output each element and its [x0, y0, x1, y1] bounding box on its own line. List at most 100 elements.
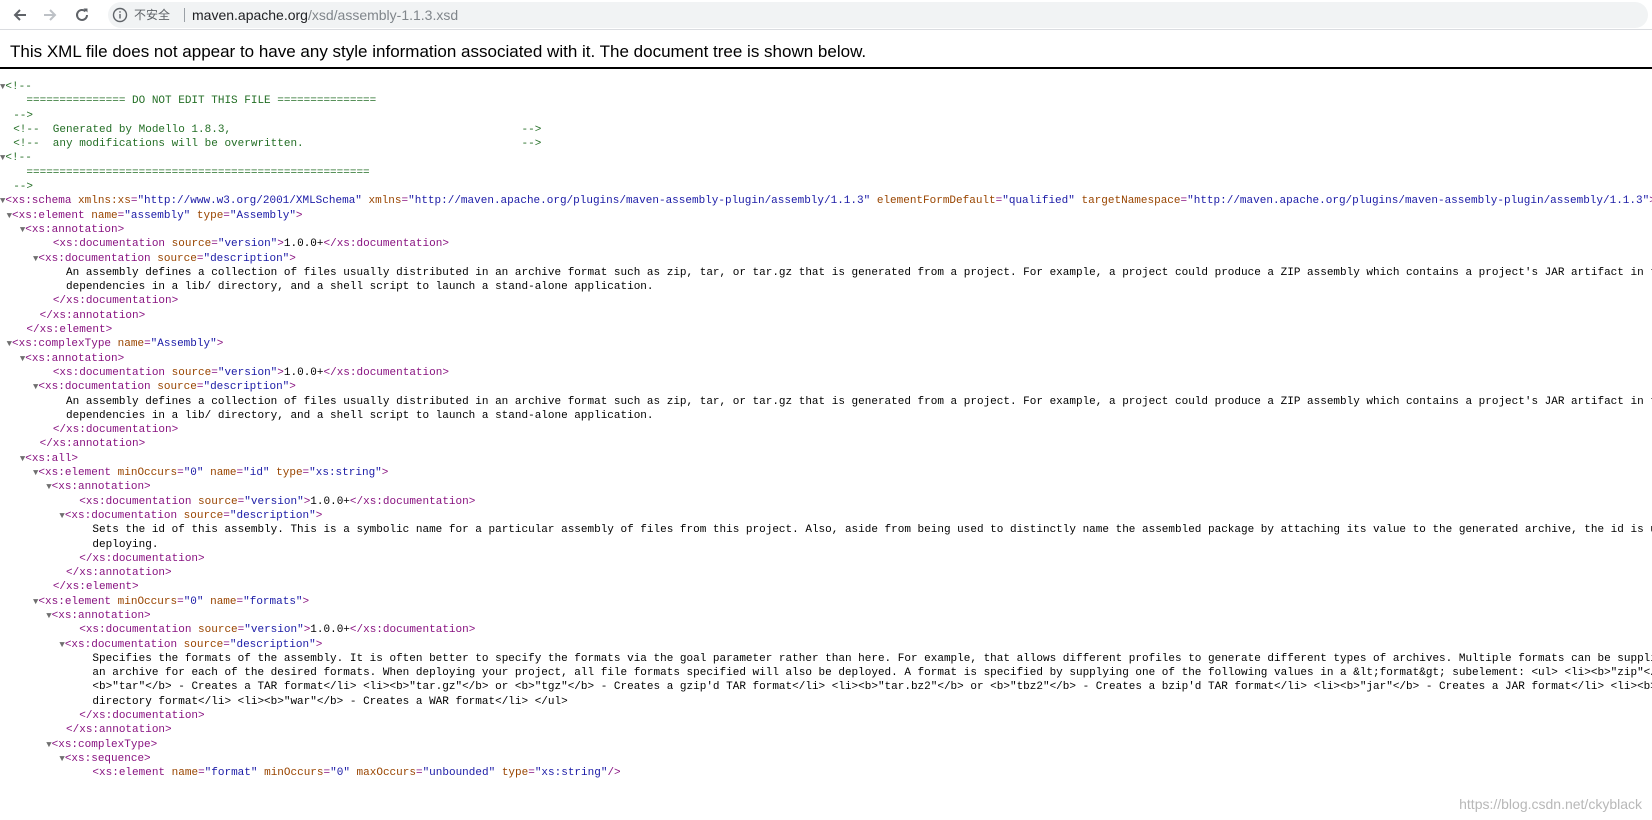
xml-line: =============== DO NOT EDIT THIS FILE ==… [0, 94, 1652, 108]
xml-text: an archive for each of the desired forma… [92, 667, 1652, 680]
reload-icon [76, 8, 88, 21]
xml-line: <xs:documentation source="version">1.0.0… [0, 495, 1652, 509]
xml-line: </xs:element> [0, 323, 1652, 337]
xml-tag: <xs:documentation [64, 509, 178, 522]
xml-tag: </xs:annotation> [39, 438, 146, 451]
xml-text: 1.0.0+ [283, 366, 324, 379]
xml-attribute-name: elementFormDefault [876, 195, 996, 208]
xml-line: ▼<xs:sequence> [0, 752, 1652, 766]
reload-button[interactable] [70, 3, 94, 27]
xml-line: </xs:documentation> [0, 294, 1652, 308]
xml-tag: = [223, 638, 230, 651]
xml-text: Sets the id of this assembly. This is a … [92, 524, 1652, 537]
xml-text [165, 767, 172, 779]
xml-tag: > [315, 638, 323, 651]
xml-comment: <!-- Generated by Modello 1.8.3, --> [13, 123, 542, 136]
xml-tag: <xs:element [92, 767, 166, 780]
xml-tag: </xs:documentation> [349, 624, 476, 637]
xml-line: ▼<xs:documentation source="description"> [0, 638, 1652, 652]
xml-attribute-name: name [210, 595, 237, 608]
back-button[interactable] [8, 3, 32, 27]
xml-comment: <!-- any modifications will be overwritt… [13, 138, 542, 151]
xml-tag: <xs:complexType [12, 338, 112, 351]
xml-line: dependencies in a lib/ directory, and a … [0, 280, 1652, 294]
xml-tag: = [528, 767, 535, 780]
url-text[interactable]: maven.apache.org/xsd/assembly-1.1.3.xsd [192, 6, 458, 24]
xml-tag: = [177, 595, 184, 608]
xml-tag: <xs:documentation [79, 495, 192, 508]
xml-line: </xs:element> [0, 580, 1652, 594]
xml-attribute-value: "description" [203, 252, 290, 265]
xml-attribute-name: source [183, 638, 224, 651]
xml-text [111, 596, 118, 608]
xml-tag: <xs:documentation [79, 624, 192, 637]
xml-tag: > [289, 381, 296, 394]
xml-attribute-value: "version" [244, 495, 304, 508]
xml-comment: <!-- [5, 81, 32, 93]
xml-line: ▼<xs:schema xmlns:xs="http://www.w3.org/… [0, 194, 1652, 208]
xml-line: </xs:annotation> [0, 723, 1652, 737]
url-host: maven.apache.org [192, 7, 308, 23]
xml-text: deploying. [92, 538, 159, 551]
xml-line: <b>"tar"</b> - Creates a TAR format</li>… [0, 680, 1652, 694]
xml-attribute-name: minOccurs [117, 595, 178, 608]
xml-tag: <xs:annotation> [51, 609, 151, 622]
address-bar[interactable]: 不安全 maven.apache.org/xsd/assembly-1.1.3.… [108, 2, 1648, 28]
xml-attribute-name: xmlns:xs [78, 195, 131, 208]
xml-text [177, 639, 184, 651]
xml-tag: /> [607, 767, 621, 780]
xml-text [165, 367, 172, 379]
xml-tag: </xs:annotation> [66, 567, 172, 580]
xml-attribute-name: name [210, 467, 237, 480]
xml-text [190, 210, 197, 222]
xml-attribute-value: "version" [217, 238, 278, 251]
xml-tag: <xs:documentation [64, 638, 178, 651]
xml-tag: > [315, 509, 323, 522]
xml-text [362, 195, 369, 207]
xml-line: deploying. [0, 538, 1652, 552]
xml-attribute-name: targetNamespace [1081, 195, 1181, 208]
xml-line: </xs:annotation> [0, 437, 1652, 451]
xml-line: An assembly defines a collection of file… [0, 395, 1652, 409]
xml-attribute-value: "formats" [243, 595, 303, 608]
xml-tag: = [198, 767, 205, 780]
xml-attribute-value: "Assembly" [229, 209, 296, 222]
xml-attribute-name: name [171, 767, 199, 780]
xml-tag: <xs:documentation [52, 238, 166, 251]
xml-tag: > [277, 238, 284, 251]
xml-attribute-value: "Assembly" [150, 338, 217, 351]
xml-tag: > [381, 467, 389, 480]
xml-tag: </xs:documentation> [79, 552, 205, 565]
xml-tag: > [289, 252, 296, 265]
xml-tag: <xs:annotation> [51, 481, 151, 494]
xml-attribute-name: xmlns [368, 195, 402, 208]
xml-text [350, 767, 357, 779]
xml-attribute-name: name [91, 209, 118, 222]
xml-text: directory format</li> <li><b>"war"</b> -… [92, 695, 568, 708]
info-circle-icon[interactable] [112, 7, 128, 23]
xml-line: dependencies in a lib/ directory, and a … [0, 409, 1652, 423]
xml-tag: <xs:documentation [52, 366, 166, 379]
security-status-label[interactable]: 不安全 [134, 7, 170, 23]
xml-tag: = [415, 767, 423, 780]
xml-attribute-value: "xs:string" [309, 467, 382, 480]
xml-text [111, 467, 118, 479]
xml-line: ========================================… [0, 166, 1652, 180]
xml-tag: <xs:all> [25, 452, 79, 465]
xml-attribute-value: "description" [203, 381, 290, 394]
xml-comment: --> [13, 181, 34, 194]
xml-line: --> [0, 109, 1652, 123]
xml-line: ▼<xs:all> [0, 452, 1652, 466]
xml-text: 1.0.0+ [310, 495, 350, 508]
xml-comment: --> [13, 109, 34, 122]
xml-attribute-name: type [276, 467, 303, 480]
xml-text: Specifies the formats of the assembly. I… [92, 652, 1652, 665]
forward-button[interactable] [38, 3, 62, 27]
xml-tag: </xs:documentation> [52, 295, 179, 308]
xml-tag: > [302, 595, 310, 608]
xml-line: </xs:annotation> [0, 309, 1652, 323]
xml-text: dependencies in a lib/ directory, and a … [66, 281, 654, 294]
xml-text [870, 195, 877, 207]
xml-attribute-value: "xs:string" [534, 767, 608, 780]
xml-tag: = [211, 238, 218, 251]
